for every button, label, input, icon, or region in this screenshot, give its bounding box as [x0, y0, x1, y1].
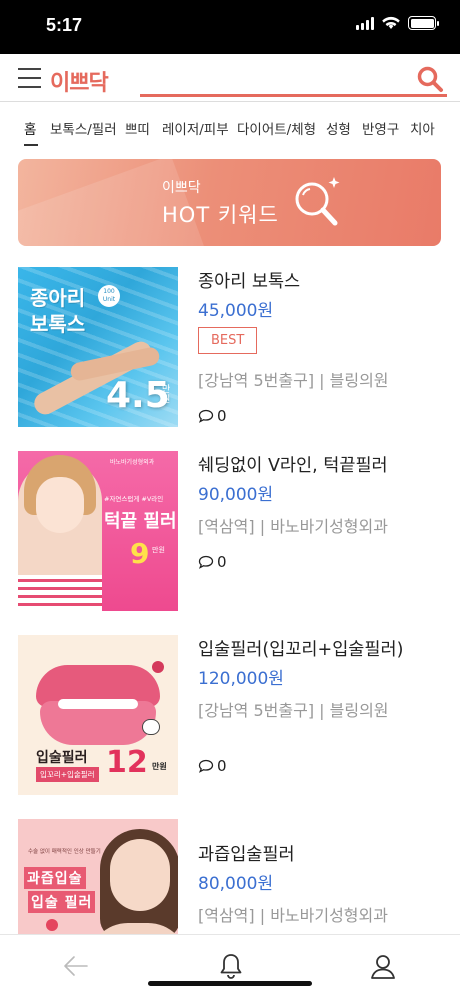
comment-count: 0: [217, 757, 227, 775]
lips-illustration: [58, 699, 138, 709]
tab-botox-filler[interactable]: 보톡스/필러: [50, 118, 117, 138]
item-thumbnail[interactable]: 입술필러 입꼬리+입술필러 12 만원: [18, 635, 178, 795]
thumb-price-number: 4.5: [106, 375, 170, 416]
app-logo[interactable]: 이쁘닥: [50, 65, 109, 97]
thumb-price-unit: 만원: [162, 385, 171, 405]
list-item[interactable]: 종아리 보톡스 100 Unit 4.5 만원 종아리 보톡스 45,000원 …: [18, 267, 442, 427]
comment-icon: [198, 409, 214, 423]
item-comments: 0: [198, 553, 442, 571]
model-photo: [36, 477, 84, 533]
signal-icon: [356, 16, 374, 30]
status-icons: [356, 16, 439, 30]
item-location: [강남역 5번출구] | 블링의원: [198, 371, 389, 390]
banner-title: HOT 키워드: [162, 203, 279, 227]
wifi-icon: [382, 16, 400, 29]
item-title[interactable]: 쉐딩없이 V라인, 턱끝필러: [198, 452, 442, 477]
search-icon[interactable]: [416, 65, 444, 93]
item-info: 쉐딩없이 V라인, 턱끝필러 90,000원 [역삼역] | 바노바기성형외과 …: [198, 451, 442, 571]
list-item[interactable]: 바노바기성형외과 #자연스럽게 #V라인 턱끝 필러 9 만원 쉐딩없이 V라인…: [18, 451, 442, 611]
thumb-clinic-name: 바노바기성형외과: [110, 459, 155, 466]
thumb-headline: 입술필러: [36, 750, 88, 766]
item-info: 과즙입술필러 80,000원 [역삼역] | 바노바기성형외과: [198, 819, 442, 926]
thumb-price-number: 9: [130, 537, 150, 570]
item-comments: 0: [198, 757, 442, 775]
thumb-logo: [142, 719, 160, 735]
list-item[interactable]: 수술 없이 매력적인 인상 만들기 과즙입술 입술 필러 과즙입술필러 80,0…: [18, 819, 442, 935]
thumb-tags: #자연스럽게 #V라인: [104, 495, 164, 503]
back-arrow-icon[interactable]: [61, 951, 91, 981]
thumb-headline: 종아리 보톡스: [30, 286, 86, 336]
comment-icon: [198, 759, 214, 773]
home-indicator[interactable]: [148, 981, 312, 986]
item-location: [강남역 5번출구] | 블링의원: [198, 701, 389, 720]
tab-petit[interactable]: 쁘띠: [125, 118, 150, 138]
thumb-subheadline: 입술 필러: [28, 891, 96, 913]
item-thumbnail[interactable]: 종아리 보톡스 100 Unit 4.5 만원: [18, 267, 178, 427]
item-comments: 0: [198, 407, 442, 425]
category-tabs: 홈 보톡스/필러 쁘띠 레이저/피부 다이어트/체형 성형 반영구 치아: [0, 104, 460, 150]
active-tab-indicator: [24, 144, 38, 146]
item-price: 90,000원: [198, 485, 274, 505]
item-location: [역삼역] | 바노바기성형외과: [198, 906, 388, 925]
tab-dental[interactable]: 치아: [410, 118, 435, 138]
thumb-price-unit: 만원: [152, 762, 167, 771]
item-thumbnail[interactable]: 바노바기성형외과 #자연스럽게 #V라인 턱끝 필러 9 만원: [18, 451, 178, 611]
thumb-headline: 과즙입술: [24, 867, 86, 889]
item-price: 120,000원: [198, 669, 284, 689]
top-bar: 이쁘닥: [0, 54, 460, 102]
item-title[interactable]: 과즙입술필러: [198, 841, 442, 866]
thumb-price-unit: 만원: [152, 546, 165, 554]
status-bar: 5:17: [0, 0, 460, 54]
bell-icon[interactable]: [216, 951, 246, 981]
model-photo: [110, 839, 170, 911]
thumb-sub: 입꼬리+입술필러: [36, 767, 99, 782]
banner-subtitle: 이쁘닥: [162, 180, 201, 196]
comment-count: 0: [217, 553, 227, 571]
list-item[interactable]: 입술필러 입꼬리+입술필러 12 만원 입술필러(입꼬리+입술필러) 120,0…: [18, 635, 442, 795]
item-info: 입술필러(입꼬리+입술필러) 120,000원 [강남역 5번출구] | 블링의…: [198, 635, 442, 775]
item-thumbnail[interactable]: 수술 없이 매력적인 인상 만들기 과즙입술 입술 필러: [18, 819, 178, 935]
thumb-unit-badge: 100 Unit: [98, 285, 120, 307]
item-info: 종아리 보톡스 45,000원 BEST [강남역 5번출구] | 블링의원 0: [198, 267, 442, 425]
thumb-headline: 턱끝 필러: [104, 511, 177, 532]
model-photo: [18, 575, 102, 611]
item-location: [역삼역] | 바노바기성형외과: [198, 517, 388, 536]
item-price: 80,000원: [198, 874, 274, 894]
tab-home[interactable]: 홈: [24, 118, 36, 138]
hot-keyword-banner[interactable]: 이쁘닥 HOT 키워드: [18, 159, 441, 246]
decoration-dot: [152, 661, 164, 673]
status-time: 5:17: [46, 15, 83, 35]
tab-surgery[interactable]: 성형: [326, 118, 351, 138]
comment-count: 0: [217, 407, 227, 425]
hamburger-menu-icon[interactable]: [18, 68, 41, 88]
search-input-underline[interactable]: [140, 94, 447, 97]
item-title[interactable]: 입술필러(입꼬리+입술필러): [198, 636, 442, 661]
item-title[interactable]: 종아리 보톡스: [198, 268, 442, 293]
best-badge: BEST: [198, 327, 258, 354]
thumb-small-text: 수술 없이 매력적인 인상 만들기: [28, 849, 101, 855]
magnifier-icon: [295, 177, 340, 226]
tab-laser-skin[interactable]: 레이저/피부: [162, 118, 229, 138]
user-icon[interactable]: [368, 951, 398, 981]
decoration-dot: [46, 919, 58, 931]
item-price: 45,000원: [198, 301, 274, 321]
tab-diet-body[interactable]: 다이어트/체형: [237, 118, 316, 138]
tab-semi-permanent[interactable]: 반영구: [362, 118, 399, 138]
battery-icon: [408, 16, 439, 30]
bottom-nav: [0, 934, 460, 996]
comment-icon: [198, 555, 214, 569]
thumb-price-number: 12: [106, 745, 148, 780]
